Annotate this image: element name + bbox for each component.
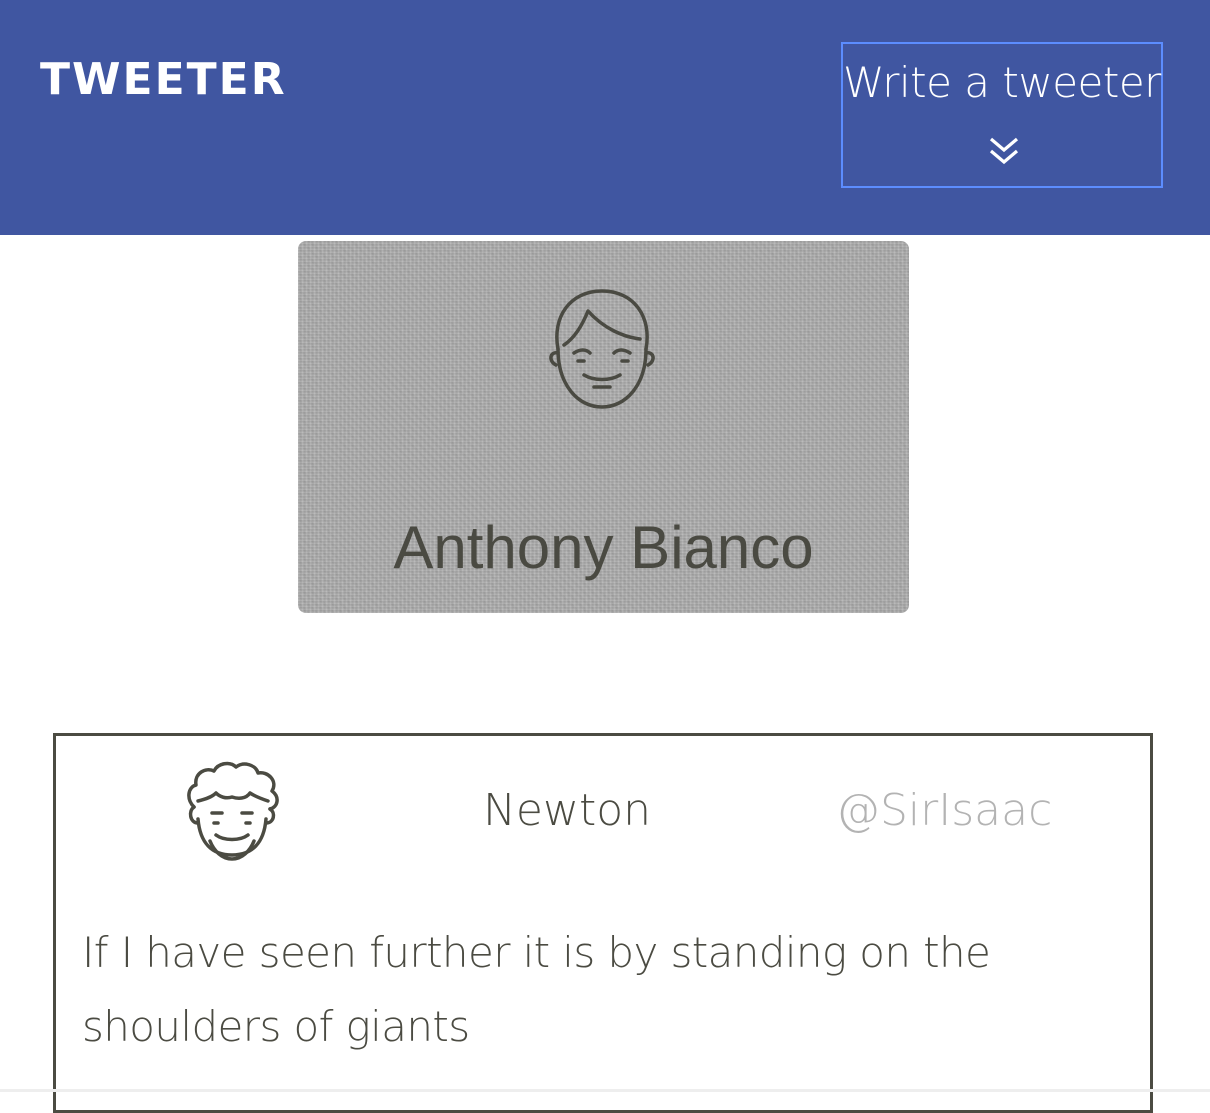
tweet-text: If I have seen further it is by standing…: [82, 928, 991, 1051]
profile-card: Anthony Bianco: [298, 241, 909, 613]
curly-hair-avatar-icon: [187, 761, 279, 861]
double-chevron-down-icon: [989, 137, 1019, 165]
app-logo[interactable]: TWEETER: [40, 52, 287, 108]
face-avatar-icon: [549, 289, 655, 409]
write-tweet-button[interactable]: Write a tweeter: [841, 42, 1163, 188]
tweet-author-name: Newton: [483, 785, 652, 836]
tweet-author-handle: @SirIsaac: [836, 785, 1053, 836]
tweet-card: Newton @SirIsaac If I have seen further …: [53, 733, 1153, 1113]
profile-name: Anthony Bianco: [393, 514, 814, 581]
header: TWEETER Write a tweeter: [0, 0, 1210, 235]
write-tweet-label: Write a tweeter: [843, 58, 1161, 107]
